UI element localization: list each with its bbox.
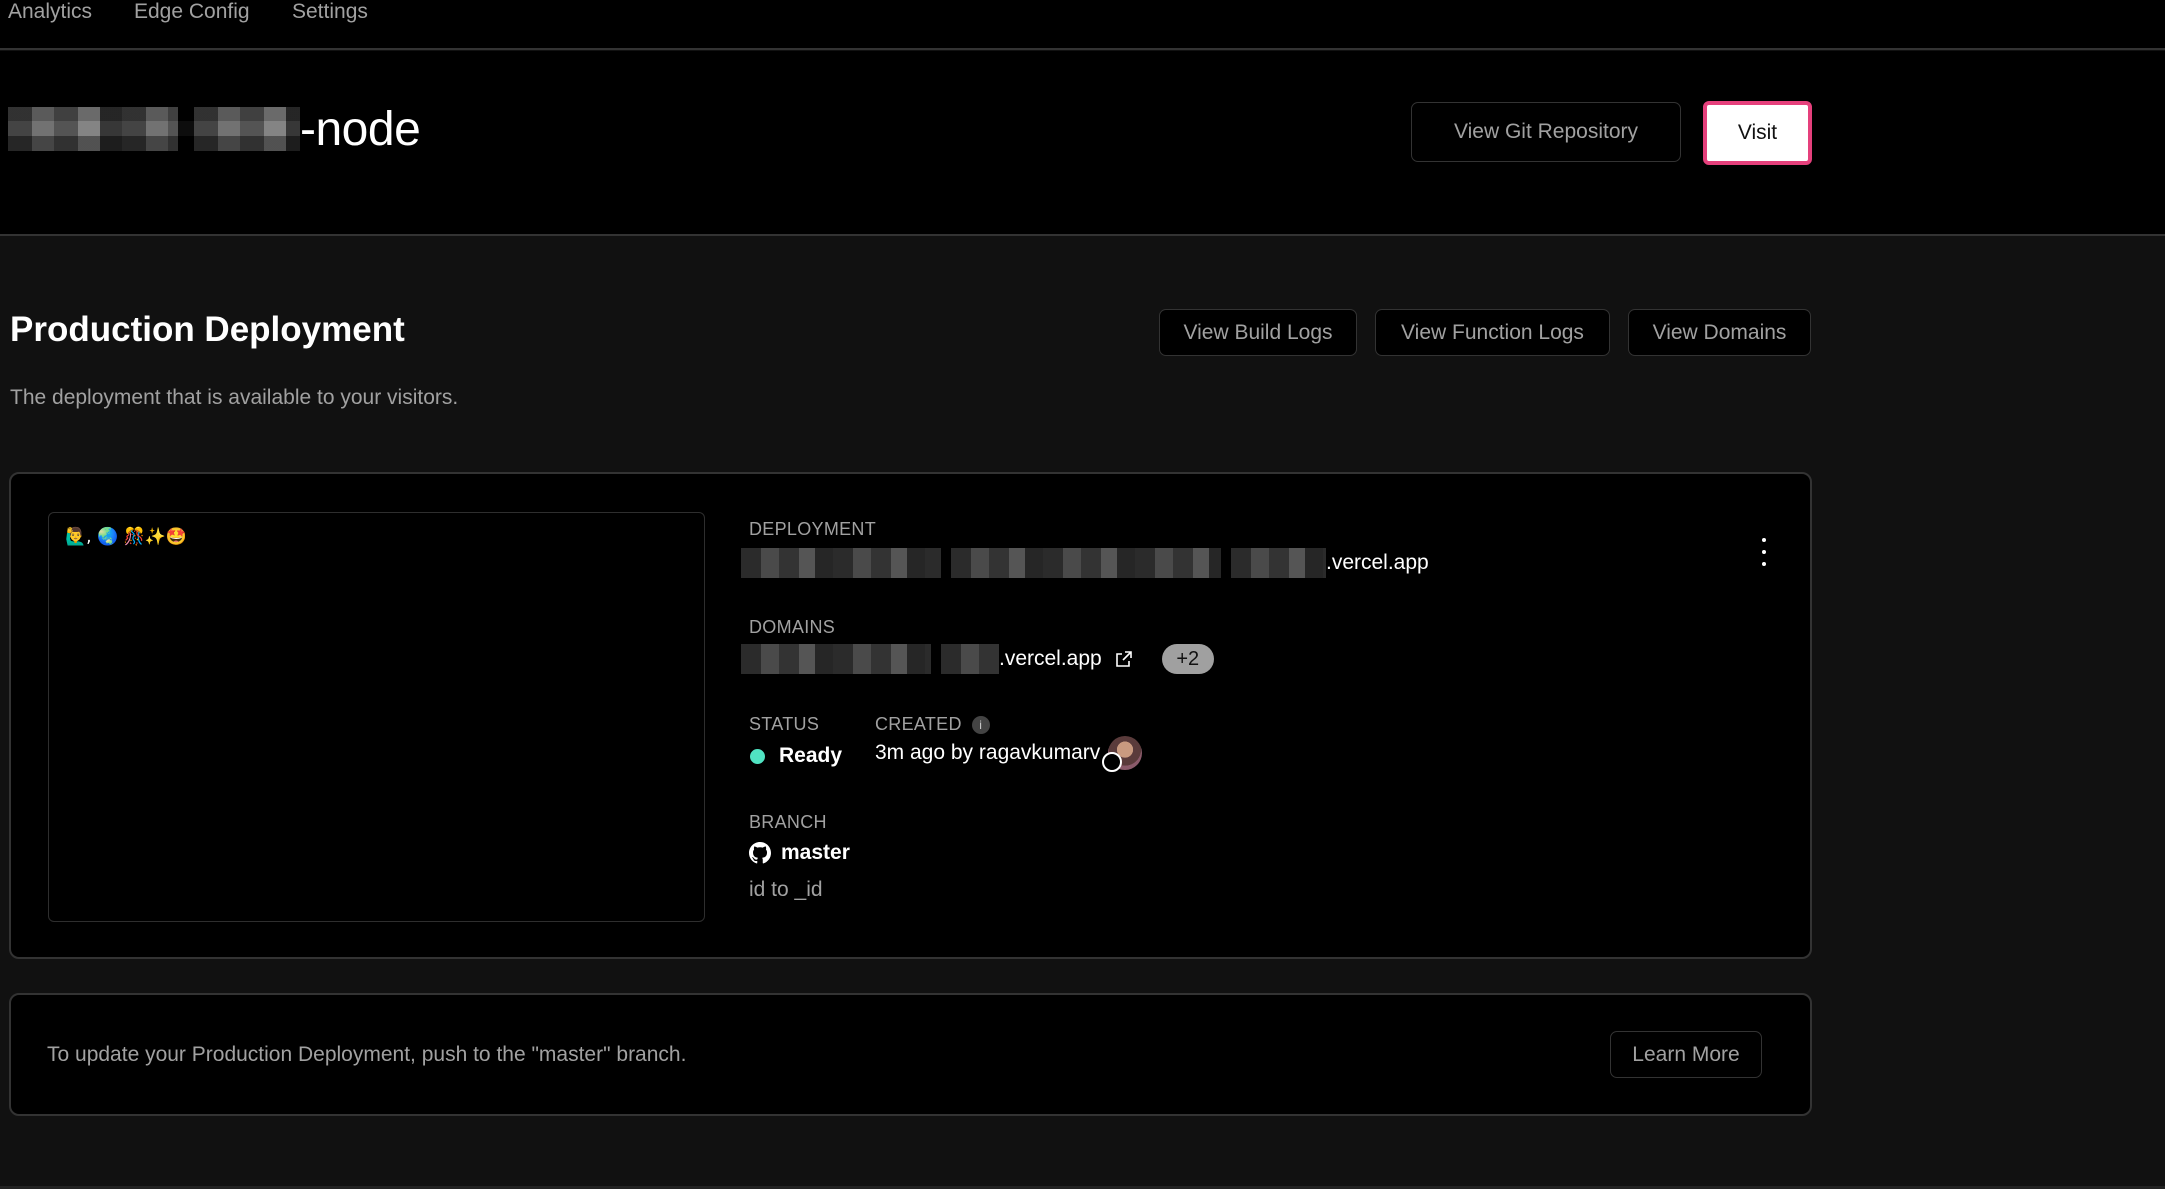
- status-text: Ready: [779, 744, 843, 767]
- branch-name[interactable]: master: [749, 841, 850, 865]
- created-text: 3m ago by ragavkumarv: [875, 741, 1101, 764]
- learn-more-button[interactable]: Learn More: [1610, 1031, 1762, 1078]
- branch-label: BRANCH: [749, 812, 827, 832]
- section-title: Production Deployment: [10, 310, 405, 349]
- redacted-url: [1231, 548, 1326, 578]
- created-value: 3m ago by ragavkumarv: [875, 736, 1143, 772]
- section-description: The deployment that is available to your…: [10, 386, 459, 409]
- github-icon: [749, 842, 771, 864]
- branch-text: master: [781, 841, 850, 864]
- update-note-text: To update your Production Deployment, pu…: [47, 1043, 687, 1066]
- commit-message[interactable]: id to _id: [749, 878, 823, 902]
- update-note-card: To update your Production Deployment, pu…: [9, 993, 1812, 1116]
- redacted-project-name: [8, 107, 178, 151]
- status-dot-icon: [750, 748, 765, 764]
- domain-row: .vercel.app +2: [741, 644, 1214, 674]
- redacted-project-name: [194, 107, 300, 151]
- preview-content: 🙋‍♂️, 🌏 🎊✨🤩: [65, 527, 188, 547]
- deployment-url[interactable]: .vercel.app: [741, 548, 1429, 578]
- nav-item-settings[interactable]: Settings: [292, 0, 368, 26]
- nav-item-analytics[interactable]: Analytics: [8, 0, 92, 26]
- domains-label: DOMAINS: [749, 617, 836, 637]
- deployment-label: DEPLOYMENT: [749, 519, 877, 539]
- project-name-suffix: -node: [300, 102, 421, 156]
- external-link-icon[interactable]: [1114, 649, 1134, 669]
- redacted-domain: [941, 644, 999, 674]
- domain-url-suffix[interactable]: .vercel.app: [999, 647, 1102, 671]
- view-git-repository-button[interactable]: View Git Repository: [1411, 102, 1681, 162]
- view-build-logs-button[interactable]: View Build Logs: [1159, 309, 1357, 356]
- deployment-card: 🙋‍♂️, 🌏 🎊✨🤩 DEPLOYMENT .vercel.app DOMAI…: [9, 472, 1812, 959]
- status-value: Ready: [750, 744, 842, 768]
- created-label: CREATED: [875, 714, 962, 734]
- project-title: -node: [8, 99, 421, 159]
- deployment-preview[interactable]: 🙋‍♂️, 🌏 🎊✨🤩: [48, 512, 705, 922]
- more-domains-badge[interactable]: +2: [1161, 644, 1214, 674]
- redacted-url: [951, 548, 1221, 578]
- project-header: -node View Git Repository Visit: [0, 51, 2165, 236]
- more-options-icon[interactable]: [1758, 538, 1770, 566]
- view-domains-button[interactable]: View Domains: [1628, 309, 1811, 356]
- created-label-row: CREATED i: [875, 714, 990, 735]
- redacted-url: [741, 548, 941, 578]
- top-nav: Analytics Edge Config Settings: [0, 0, 2165, 50]
- deployment-url-suffix: .vercel.app: [1326, 551, 1429, 574]
- info-icon[interactable]: i: [971, 715, 990, 734]
- view-function-logs-button[interactable]: View Function Logs: [1375, 309, 1610, 356]
- status-label: STATUS: [749, 714, 820, 734]
- nav-item-edge-config[interactable]: Edge Config: [134, 0, 250, 26]
- github-icon: [1102, 752, 1123, 772]
- avatar[interactable]: [1102, 736, 1143, 772]
- visit-button[interactable]: Visit: [1703, 101, 1812, 165]
- redacted-domain: [741, 644, 931, 674]
